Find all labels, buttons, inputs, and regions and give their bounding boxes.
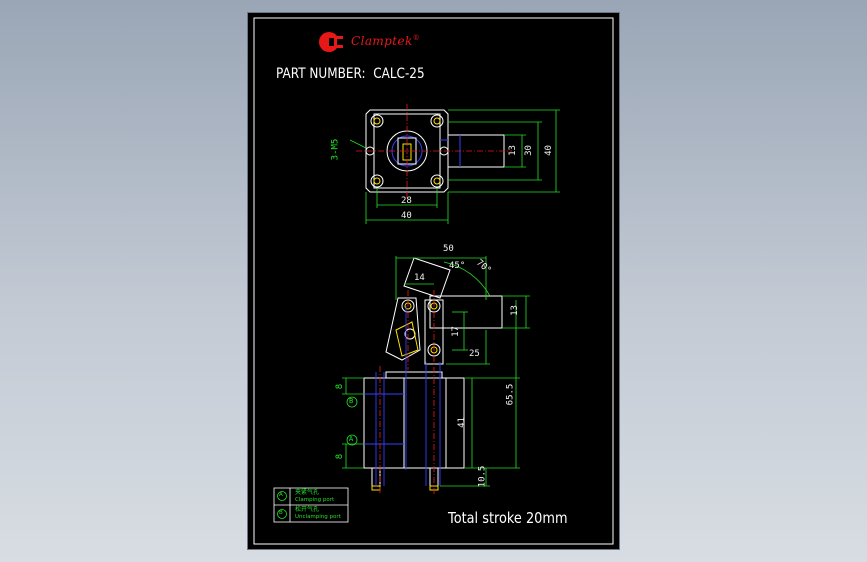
part-number-label: PART NUMBER: bbox=[276, 66, 366, 82]
side-view-hidden-lines bbox=[364, 306, 441, 486]
dim-inner-height: 30 bbox=[523, 145, 534, 156]
dim-width: 40 bbox=[401, 211, 412, 221]
brand-logo bbox=[319, 32, 343, 52]
top-view-centerlines bbox=[356, 104, 512, 198]
dim-overall-length: 50 bbox=[443, 244, 454, 254]
cad-drawing bbox=[253, 17, 614, 545]
dim-port-offset-bottom: 8 bbox=[335, 453, 346, 460]
legend-label-en-b: Unclamping port bbox=[295, 514, 341, 520]
legend-label-cn-b: 松开气孔 bbox=[295, 506, 320, 513]
port-a-marker: A bbox=[349, 435, 354, 443]
dim-port-offset-top: 8 bbox=[335, 383, 346, 390]
dim-total-height: 65.5 bbox=[505, 383, 516, 406]
legend-label-cn-a: 夹紧气孔 bbox=[295, 489, 320, 496]
side-view bbox=[363, 257, 503, 491]
stroke-note: Total stroke 20mm bbox=[448, 509, 568, 527]
part-number-line: PART NUMBER: CALC-25 bbox=[276, 66, 425, 82]
side-view-dimensions bbox=[342, 256, 530, 487]
dim-link-height: 17 bbox=[450, 326, 461, 337]
legend-symbol-a: A bbox=[279, 492, 283, 498]
dim-bore-spacing: 28 bbox=[401, 196, 412, 206]
part-number-value: CALC-25 bbox=[373, 66, 425, 82]
dim-pivot-to-arm: 25 bbox=[469, 349, 480, 359]
dim-body-height: 41 bbox=[456, 417, 467, 428]
dim-swing-angle-1: 45° bbox=[449, 261, 466, 271]
port-b-marker: B bbox=[349, 397, 354, 405]
dim-outer-height: 40 bbox=[543, 145, 554, 156]
dim-arm-thickness: 13 bbox=[509, 305, 520, 316]
dim-arm-height: 13 bbox=[507, 145, 518, 156]
dim-pin-offset: 14 bbox=[414, 273, 425, 283]
drawing-frame bbox=[253, 17, 614, 545]
legend-label-en-a: Clamping port bbox=[295, 497, 335, 503]
dim-base-step: 10.5 bbox=[477, 465, 488, 488]
legend-symbol-b: B bbox=[279, 510, 283, 516]
dim-thread: 3-M5 bbox=[330, 138, 341, 161]
brand-name: Clamptek® bbox=[351, 34, 421, 48]
registered-mark: ® bbox=[412, 34, 421, 42]
